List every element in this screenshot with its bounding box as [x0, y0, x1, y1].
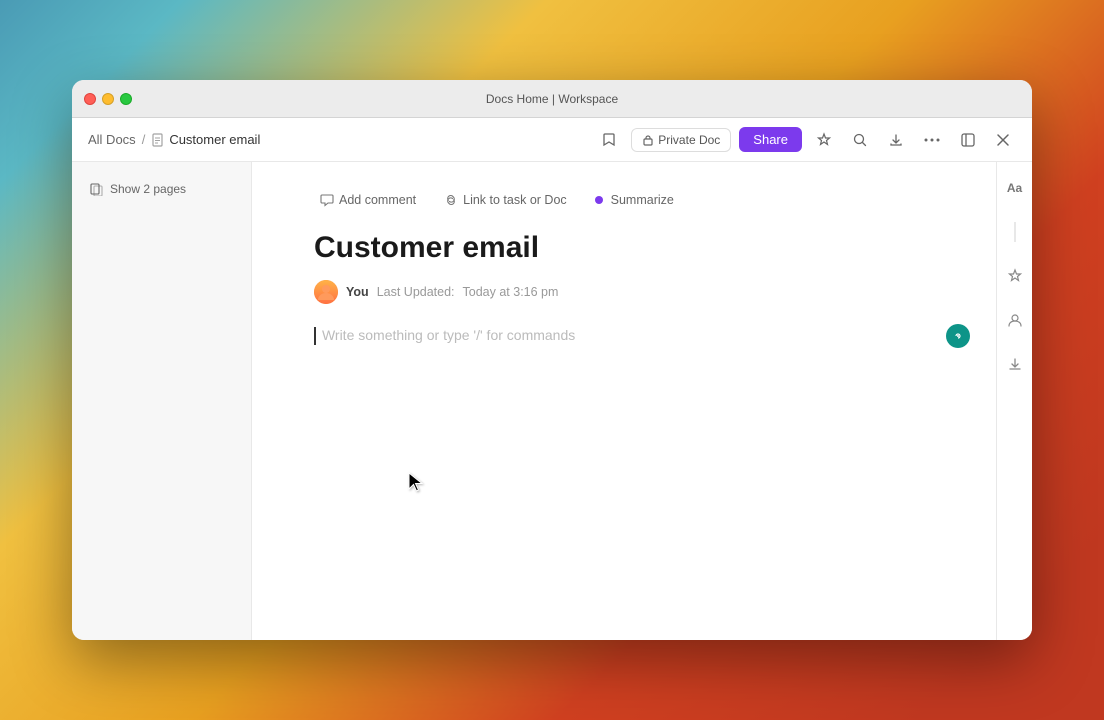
private-doc-label: Private Doc: [658, 133, 720, 147]
author-name: You: [346, 285, 369, 299]
right-user-button[interactable]: [1001, 306, 1029, 334]
window-title: Docs Home | Workspace: [486, 92, 618, 106]
traffic-lights: [84, 93, 132, 105]
right-download-button[interactable]: [1001, 350, 1029, 378]
summarize-label: Summarize: [611, 193, 674, 207]
breadcrumb-current-label: Customer email: [169, 132, 260, 147]
doc-icon: [151, 133, 165, 147]
breadcrumb-root[interactable]: All Docs: [88, 132, 136, 147]
link-icon: [444, 193, 458, 207]
collapse-icon: [960, 132, 976, 148]
toolbar: All Docs / Customer email: [72, 118, 1032, 162]
download-icon: [1007, 356, 1023, 372]
breadcrumb-separator: /: [142, 132, 146, 147]
text-format-icon: Aa: [1007, 181, 1022, 195]
comment-icon: [320, 193, 334, 207]
pages-icon: [90, 182, 104, 196]
document-placeholder: Write something or type '/' for commands: [322, 327, 575, 343]
close-window-button[interactable]: [990, 129, 1016, 151]
right-sidebar-divider: [1001, 218, 1029, 246]
text-format-button[interactable]: Aa: [1001, 174, 1029, 202]
author-row: You Last Updated: Today at 3:16 pm: [314, 280, 934, 304]
app-window: Docs Home | Workspace All Docs / Custome…: [72, 80, 1032, 640]
add-comment-button[interactable]: Add comment: [314, 190, 422, 210]
bookmark-icon-button[interactable]: [595, 128, 623, 152]
share-button[interactable]: Share: [739, 127, 802, 152]
summarize-button[interactable]: Summarize: [589, 190, 680, 210]
right-sidebar: Aa: [996, 162, 1032, 640]
bookmark-icon: [601, 132, 617, 148]
export-button[interactable]: [882, 128, 910, 152]
doc-toolbar: Add comment Link to task or Doc Summariz…: [314, 186, 934, 210]
right-star-icon: [1007, 268, 1023, 284]
ai-indicator[interactable]: [946, 324, 970, 348]
search-icon: [852, 132, 868, 148]
private-doc-button[interactable]: Private Doc: [631, 128, 731, 152]
breadcrumb-current: Customer email: [151, 132, 260, 147]
user-icon: [1007, 312, 1023, 328]
main-area: Show 2 pages Add comment: [72, 162, 1032, 640]
document-title[interactable]: Customer email: [314, 230, 934, 266]
link-task-button[interactable]: Link to task or Doc: [438, 190, 573, 210]
left-sidebar: Show 2 pages: [72, 162, 252, 640]
ai-icon: [951, 329, 965, 343]
document-area[interactable]: Add comment Link to task or Doc Summariz…: [252, 162, 996, 640]
star-button[interactable]: [810, 128, 838, 152]
minimize-button[interactable]: [102, 93, 114, 105]
show-pages-label: Show 2 pages: [110, 182, 186, 196]
close-button[interactable]: [84, 93, 96, 105]
doc-content: Add comment Link to task or Doc Summariz…: [274, 162, 974, 564]
right-star-button[interactable]: [1001, 262, 1029, 290]
document-input-area[interactable]: Write something or type '/' for commands: [314, 324, 934, 524]
link-task-label: Link to task or Doc: [463, 193, 567, 207]
show-pages-button[interactable]: Show 2 pages: [84, 178, 239, 200]
lock-icon: [642, 134, 654, 146]
last-updated-time: Today at 3:16 pm: [463, 285, 559, 299]
breadcrumb: All Docs / Customer email: [88, 132, 587, 147]
star-icon: [816, 132, 832, 148]
add-comment-label: Add comment: [339, 193, 416, 207]
search-button[interactable]: [846, 128, 874, 152]
last-updated-label: Last Updated:: [377, 285, 455, 299]
more-icon: [924, 138, 940, 142]
titlebar: Docs Home | Workspace: [72, 80, 1032, 118]
collapse-button[interactable]: [954, 128, 982, 152]
toolbar-actions: Private Doc Share: [595, 127, 1016, 152]
text-cursor: [314, 327, 316, 345]
maximize-button[interactable]: [120, 93, 132, 105]
close-icon: [996, 133, 1010, 147]
export-icon: [888, 132, 904, 148]
summarize-dot-icon: [595, 196, 603, 204]
more-options-button[interactable]: [918, 134, 946, 146]
author-avatar: [314, 280, 338, 304]
